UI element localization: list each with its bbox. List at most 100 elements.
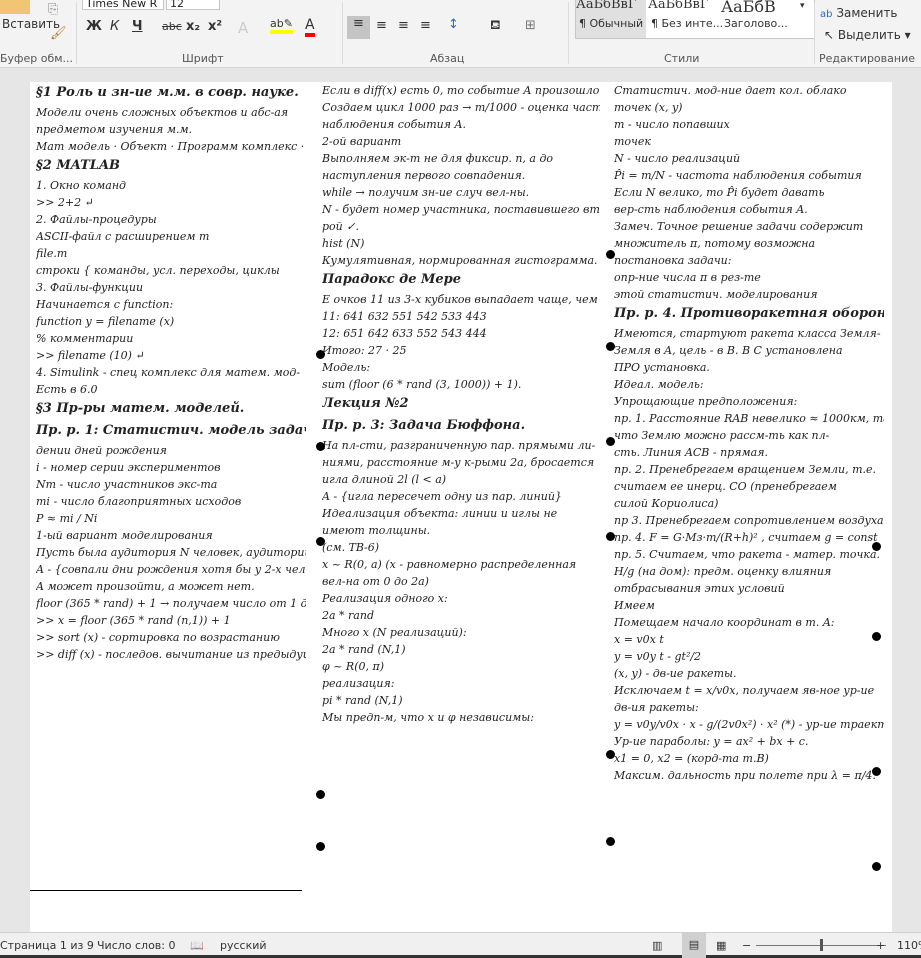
handwritten-line: pi * rand (N,1) — [322, 694, 403, 707]
handwritten-line: while → получим зн-ие случ вел-ны. — [322, 186, 530, 199]
format-painter-icon[interactable]: 🖌 — [50, 26, 67, 41]
handwritten-line: file.m — [36, 247, 68, 260]
paste-icon[interactable] — [0, 0, 30, 14]
italic-button[interactable]: К — [110, 19, 119, 34]
handwritten-line: A - {совпали дни рождения хотя бы у 2-х … — [36, 563, 306, 576]
handwritten-line: дв-ия ракеты: — [614, 701, 699, 714]
language[interactable]: русский — [220, 939, 267, 952]
bold-button[interactable]: Ж — [86, 19, 102, 34]
handwritten-line: 12: 651 642 633 552 543 444 — [322, 327, 487, 340]
handwritten-line: P ≈ mi / Ni — [36, 512, 98, 525]
handwritten-line: §2 MATLAB — [36, 158, 121, 173]
handwritten-line: Имеем — [614, 599, 655, 612]
notes-column-2: Если в diff(x) есть 0, то событие A прои… — [322, 82, 600, 902]
word-count[interactable]: Число слов: 0 — [97, 939, 176, 952]
handwritten-line: дении дней рождения — [36, 444, 167, 457]
zoom-slider-thumb[interactable] — [820, 939, 823, 951]
handwritten-line: что Землю можно рассм-ть как пл- — [614, 429, 830, 442]
handwritten-line: строки { команды, усл. переходы, циклы — [36, 264, 280, 277]
handwritten-line: Много x (N реализаций): — [322, 626, 467, 639]
zoom-in-button[interactable]: + — [876, 939, 885, 952]
shading-icon[interactable]: ⛾ — [490, 18, 501, 35]
handwritten-line: Модели очень сложных объектов и абс-ая — [36, 106, 289, 119]
vertical-scrollbar[interactable] — [903, 68, 921, 932]
handwritten-line: пр. 1. Расстояние RAB невелико ≈ 1000км,… — [614, 412, 884, 425]
handwritten-line: Идеал. модель: — [614, 378, 704, 391]
handwritten-line: Е очков 11 из 3-х кубиков выпадает чаще,… — [322, 293, 600, 306]
handwritten-line: Если N велико, то P̂i будет давать — [614, 186, 825, 199]
borders-icon[interactable]: ⊞ — [525, 18, 536, 33]
handwritten-line: пр. 4. F = G·Mз·m/(R+h)² , считаем g = c… — [614, 531, 878, 544]
zoom-level[interactable]: 110% — [897, 939, 921, 952]
handwritten-line: этой статистич. моделирования — [614, 288, 818, 301]
handwritten-line: φ ~ R(0, π) — [322, 660, 384, 673]
line-spacing-icon[interactable]: ↕ — [448, 17, 459, 32]
handwritten-line: Выполняем эк-т не для фиксир. n, а до — [322, 152, 554, 165]
styles-more-icon[interactable]: ▾ — [800, 1, 805, 11]
underline-button[interactable]: Ч — [132, 19, 143, 34]
handwritten-line: i - номер серии экспериментов — [36, 461, 221, 474]
handwritten-line: ниями, расстояние м-у к-рыми 2a, бросает… — [322, 456, 595, 469]
font-color-icon[interactable]: A — [305, 17, 315, 37]
align-left-button[interactable]: ≡ — [347, 16, 370, 39]
print-layout-icon[interactable]: ▤ — [682, 933, 706, 958]
handwritten-line: >> diff (x) - последов. вычитание из пре… — [36, 648, 306, 661]
handwritten-line: (см. ТВ-6) — [322, 541, 379, 554]
justify-button[interactable]: ≡ — [420, 18, 431, 33]
handwritten-line: A может произойти, а может нет. — [36, 580, 255, 593]
notes-column-3: Статистич. мод-ние дает кол. облако точек… — [614, 82, 884, 902]
handwritten-line: >> sort (x) - сортировка по возрастанию — [36, 631, 280, 644]
handwritten-line: Пр. р. 1: Статистич. модель задачи о сов… — [36, 423, 306, 438]
status-bar: Страница 1 из 9 Число слов: 0 📖 русский … — [0, 932, 921, 958]
style-heading[interactable]: АаБбВ Заголово... — [721, 0, 791, 38]
handwritten-line: H/g (на дом): предм. оценку влияния — [614, 565, 832, 578]
highlight-icon[interactable]: ab✎ — [270, 17, 293, 34]
handwritten-line: >> filename (10) ↵ — [36, 349, 145, 362]
read-mode-icon[interactable]: ▥ — [652, 939, 662, 952]
handwritten-line: §3 Пр-ры матем. моделей. — [36, 401, 245, 416]
superscript-button[interactable]: x² — [208, 19, 222, 34]
handwritten-line: m - число попавших — [614, 118, 730, 131]
font-size-box[interactable]: 12 — [166, 0, 220, 10]
align-center-button[interactable]: ≡ — [376, 18, 387, 33]
select-button[interactable]: ↖ Выделить ▾ — [824, 28, 911, 42]
handwritten-line: Имеются, стартуют ракета класса Земля- — [614, 327, 881, 340]
handwritten-line: Максим. дальность при полете при λ = π/4… — [614, 769, 876, 782]
align-right-button[interactable]: ≡ — [398, 18, 409, 33]
handwritten-line: ASCII-файл с расширением m — [36, 230, 210, 243]
copy-icon[interactable]: ⎘ — [48, 2, 58, 17]
handwritten-line: P̂i = m/N - частота наблюдения события — [614, 169, 862, 182]
strikethrough-button[interactable]: abc — [162, 20, 182, 33]
cursor-icon: ↖ — [824, 28, 835, 42]
replace-icon: ab — [820, 9, 833, 20]
handwritten-line: hist (N) — [322, 237, 365, 250]
handwritten-line: Упрощающие предположения: — [614, 395, 798, 408]
handwritten-line: точек (x, y) — [614, 101, 683, 114]
zoom-out-button[interactable]: − — [742, 939, 751, 952]
paragraph-group-label: Абзац — [430, 52, 465, 65]
handwritten-line: §1 Роль и зн-ие м.м. в совр. науке. — [36, 85, 299, 100]
web-layout-icon[interactable]: ▦ — [716, 939, 726, 952]
proofing-icon[interactable]: 📖 — [190, 939, 204, 952]
handwritten-line: 2. Файлы-процедуры — [36, 213, 157, 226]
document-page[interactable]: §1 Роль и зн-ие м.м. в совр. науке. Модел… — [30, 82, 892, 932]
handwritten-line: (x, y) - дв-ие ракеты. — [614, 667, 737, 680]
handwritten-line: силой Кориолиса) — [614, 497, 719, 510]
handwritten-line: Если в diff(x) есть 0, то событие A прои… — [322, 84, 600, 97]
handwritten-line: >> x = floor (365 * rand (n,1)) + 1 — [36, 614, 231, 627]
handwritten-line: Пусть была аудитория N человек, аудитори… — [36, 546, 306, 559]
font-name-box[interactable]: Times New R — [82, 0, 164, 10]
handwritten-line: Nm - число участников экс-та — [36, 478, 218, 491]
style-no-spacing[interactable]: АаБбВвГ ¶ Без инте... — [648, 0, 723, 38]
page-count[interactable]: Страница 1 из 9 — [0, 939, 94, 952]
text-effects-icon[interactable]: A — [238, 19, 248, 37]
handwritten-line: отбрасывания этих условий — [614, 582, 785, 595]
handwritten-line: точек — [614, 135, 651, 148]
ribbon: Вставить ⎘ 🖌 Буфер обм... Times New R 12… — [0, 0, 921, 68]
handwritten-line: Реализация одного x: — [322, 592, 448, 605]
subscript-button[interactable]: x₂ — [186, 19, 200, 34]
handwritten-line: Земля в A, цель - в B. В C установлена — [614, 344, 843, 357]
styles-gallery: АаБбВвГ ¶ Обычный АаБбВвГ ¶ Без инте... Аа… — [575, 0, 815, 39]
replace-button[interactable]: ab Заменить — [820, 6, 898, 20]
style-normal[interactable]: АаБбВвГ ¶ Обычный — [576, 0, 646, 38]
